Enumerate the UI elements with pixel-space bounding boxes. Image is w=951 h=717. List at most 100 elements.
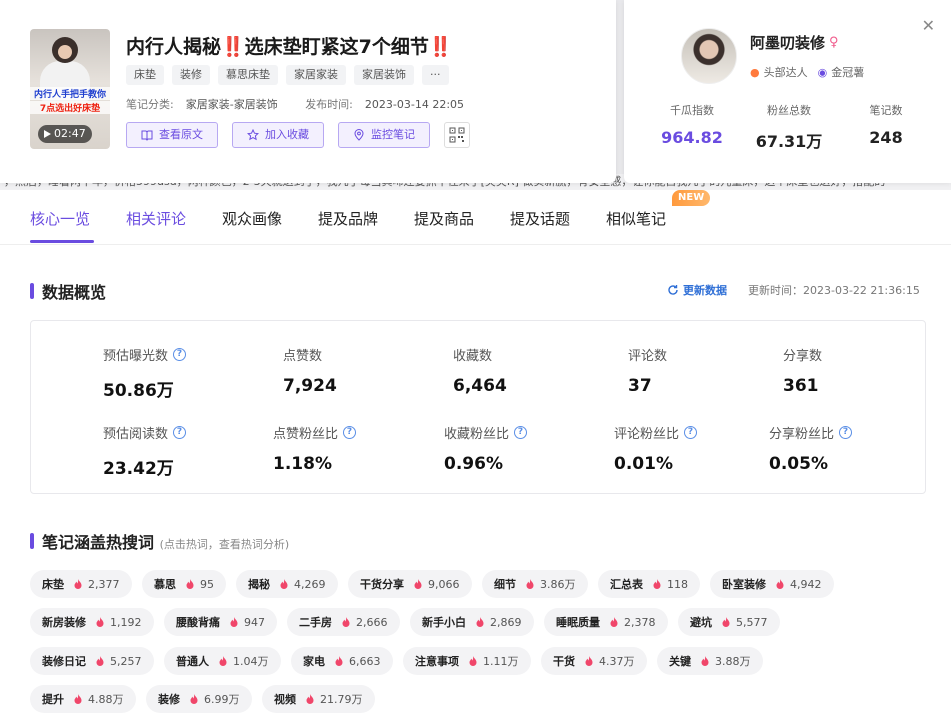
keyword-count: 2,378 [624,615,656,629]
help-icon[interactable]: ? [343,426,357,439]
keyword-chip[interactable]: 细节 3.86万 [482,570,588,598]
tab-comments[interactable]: 相关评论 [126,208,186,229]
keyword-chip[interactable]: 揭秘 4,269 [236,570,338,598]
keyword-word: 睡眠质量 [556,616,600,629]
stats-panel: 预估曝光数? 50.86万 点赞数 7,924 收藏数 6,464 评论数 37… [30,320,926,494]
tag[interactable]: 装修 [172,65,210,85]
keyword-chip[interactable]: 装修日记 5,257 [30,647,154,675]
fire-icon [230,617,238,627]
tab-products[interactable]: 提及商品 [414,208,474,229]
section-title: 笔记涵盖热搜词 (点击热词，查看热词分析) [42,533,290,552]
fire-icon [653,579,661,589]
keyword-chip[interactable]: 新房装修 1,192 [30,608,154,636]
keyword-chip[interactable]: 二手房 2,666 [287,608,400,636]
fire-icon [526,579,534,589]
keyword-count: 1.11万 [483,655,519,668]
keyword-chip[interactable]: 装修 6.99万 [146,685,252,713]
author-stat: 粉丝总数 67.31万 [755,104,823,151]
fire-icon [74,579,82,589]
keyword-word: 腰酸背痛 [176,616,220,629]
keyword-word: 干货分享 [360,578,404,591]
keyword-chip[interactable]: 干货 4.37万 [541,647,647,675]
section-title: 数据概览 [42,283,107,302]
tag[interactable]: 家居装饰 [354,65,414,85]
author-card: 阿墨叨装修 ♀ ● 头部达人 ◉ 金冠薯 ✕ 千瓜指数 964.82 粉丝总数 67.… [624,0,951,183]
keyword-count: 1,192 [110,615,142,629]
note-thumbnail[interactable]: 内行人手把手教你 7点选出好床垫 02:47 [30,29,110,149]
close-icon[interactable]: ✕ [922,16,935,35]
tab-similar-notes[interactable]: 相似笔记 [606,208,666,229]
keyword-word: 慕思 [154,578,176,591]
keyword-chip[interactable]: 睡眠质量 2,378 [544,608,668,636]
keyword-chip[interactable]: 提升 4.88万 [30,685,136,713]
keyword-count: 4.37万 [599,655,635,668]
tab-overview[interactable]: 核心一览 [30,208,90,229]
add-favorite-button[interactable]: 加入收藏 [232,122,324,148]
keyword-count: 2,666 [356,615,388,629]
keyword-chip[interactable]: 腰酸背痛 947 [164,608,277,636]
video-duration[interactable]: 02:47 [38,125,92,143]
tag[interactable]: 慕思床垫 [218,65,278,85]
keyword-chip[interactable]: 关键 3.88万 [657,647,763,675]
person-icon: ● [750,65,760,79]
tag[interactable]: 家居家装 [286,65,346,85]
stat-share-fan-ratio: 分享粉丝比? 0.05% [769,423,853,474]
publish-time: 2023-03-14 22:05 [364,98,465,111]
monitor-note-button[interactable]: 监控笔记 [338,122,430,148]
keyword-chip[interactable]: 汇总表 118 [598,570,700,598]
help-icon[interactable]: ? [684,426,698,439]
fire-icon [96,656,104,666]
keyword-word: 二手房 [299,616,332,629]
keyword-count: 1.04万 [233,655,269,668]
help-icon[interactable]: ? [173,426,187,439]
updated-time: 更新时间：2023-03-22 21:36:15 [748,284,920,297]
tab-audience[interactable]: 观众画像 [222,208,282,229]
badge-crown: 金冠薯 [831,66,865,79]
avatar[interactable] [681,28,737,84]
keyword-chip[interactable]: 卧室装修 4,942 [710,570,834,598]
keyword-chip[interactable]: 视频 21.79万 [262,685,375,713]
keyword-chip[interactable]: 床垫 2,377 [30,570,132,598]
help-icon[interactable]: ? [839,426,853,439]
book-icon [141,130,153,141]
author-name[interactable]: 阿墨叨装修 ♀ [750,32,839,53]
keyword-word: 注意事项 [415,655,459,668]
stat-collect-fan-ratio: 收藏粉丝比? 0.96% [444,423,528,474]
keyword-chip[interactable]: 注意事项 1.11万 [403,647,531,675]
tab-brands[interactable]: 提及品牌 [318,208,378,229]
help-icon[interactable]: ? [173,348,187,361]
stat-shares: 分享数 361 [783,349,823,396]
keyword-chip[interactable]: 普通人 1.04万 [164,647,281,675]
keyword-count: 4,942 [790,577,822,591]
keyword-chip[interactable]: 避坑 5,577 [678,608,780,636]
keyword-count: 947 [244,615,265,629]
fire-icon [96,617,104,627]
qr-code-button[interactable] [444,122,470,148]
stat-collects: 收藏数 6,464 [453,349,507,396]
author-stat: 千瓜指数 964.82 [661,104,723,147]
refresh-data-button[interactable]: 更新数据 [667,282,727,298]
play-icon [44,130,51,138]
keyword-chip[interactable]: 家电 6,663 [291,647,393,675]
tab-topics[interactable]: 提及话题 [510,208,570,229]
keyword-count: 4,269 [294,577,326,591]
badge-level: 头部达人 [763,66,808,79]
tag[interactable]: 床垫 [126,65,164,85]
fire-icon [469,656,477,666]
help-icon[interactable]: ? [514,426,528,439]
fire-icon [476,617,484,627]
keyword-count: 95 [200,577,214,591]
keyword-count: 3.88万 [715,655,751,668]
note-title: 内行人揭秘‼️选床垫盯紧这7个细节‼️ [126,36,453,58]
keyword-count: 6.99万 [204,693,240,706]
more-tags-button[interactable]: ··· [422,65,449,85]
keyword-chip[interactable]: 新手小白 2,869 [410,608,534,636]
view-original-button[interactable]: 查看原文 [126,122,218,148]
note-card: 内行人手把手教你 7点选出好床垫 02:47 内行人揭秘‼️选床垫盯紧这7个细节… [0,0,616,183]
fire-icon [190,694,198,704]
fire-icon [701,656,709,666]
keyword-word: 装修日记 [42,655,86,668]
keyword-chip[interactable]: 慕思 95 [142,570,226,598]
qr-code-icon [449,127,465,143]
keyword-chip[interactable]: 干货分享 9,066 [348,570,472,598]
